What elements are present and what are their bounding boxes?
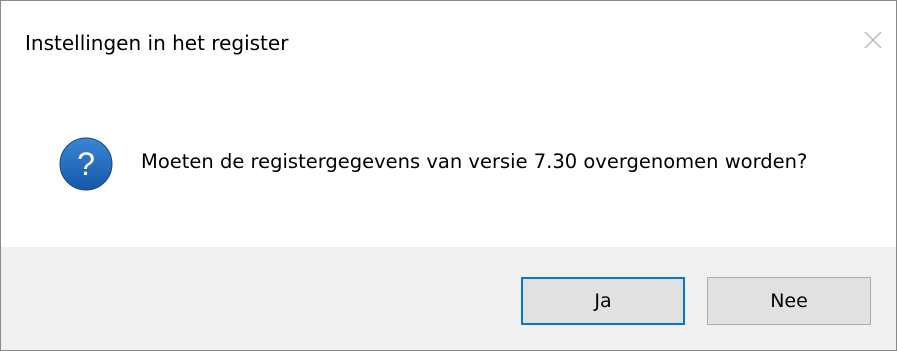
svg-text:?: ? <box>77 146 95 182</box>
dialog-content: ? Moeten de registergegevens van versie … <box>1 83 896 247</box>
close-icon <box>864 31 882 49</box>
no-button[interactable]: Nee <box>707 277 871 325</box>
question-icon: ? <box>59 137 113 191</box>
title-bar: Instellingen in het register <box>1 1 896 83</box>
button-bar: Ja Nee <box>1 247 896 350</box>
dialog-title: Instellingen in het register <box>25 31 289 55</box>
close-button[interactable] <box>850 19 896 61</box>
yes-button[interactable]: Ja <box>521 277 685 325</box>
dialog-message: Moeten de registergegevens van versie 7.… <box>141 150 808 173</box>
message-dialog: Instellingen in het register ? Moeten de… <box>0 0 897 351</box>
